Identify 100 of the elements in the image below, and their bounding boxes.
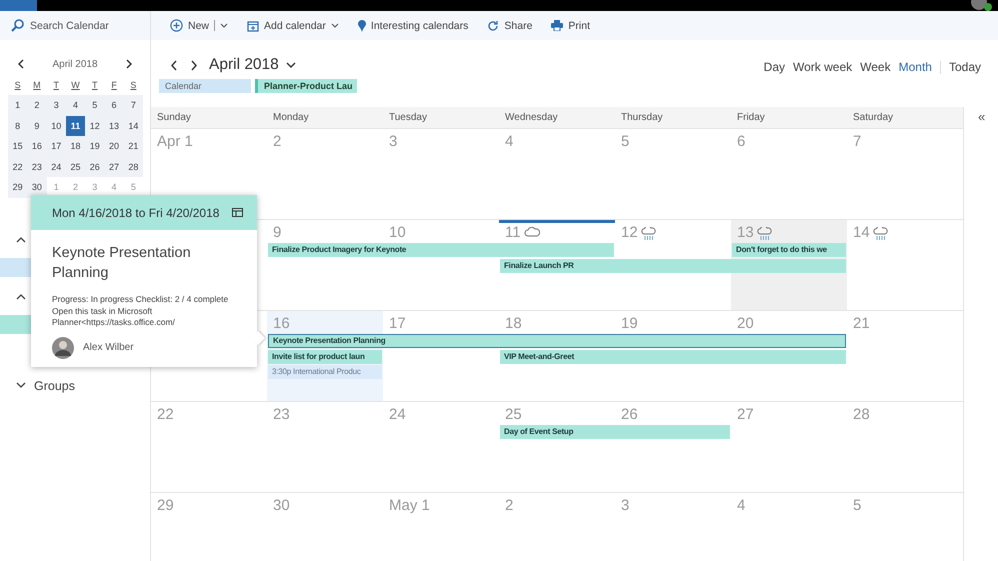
collapse-button[interactable]: « [978, 109, 986, 124]
view-tab[interactable]: Day [764, 60, 785, 74]
chevron-down-icon[interactable] [16, 382, 26, 389]
date-cell[interactable]: 25 [66, 156, 86, 177]
chevron-up-icon[interactable] [16, 293, 26, 300]
weekday-header: Thursday [620, 112, 664, 123]
date-cell[interactable]: 22 [8, 156, 28, 177]
date-cell[interactable]: 21 [124, 136, 143, 156]
date-label: 2 [273, 133, 282, 150]
date-cell[interactable]: 28 [124, 156, 143, 177]
date-cell[interactable]: 18 [66, 136, 86, 156]
date-label: 3 [389, 133, 398, 150]
date-cell[interactable]: 6 [104, 95, 124, 116]
date-cell[interactable]: 5 [85, 95, 104, 116]
caret-icon [330, 23, 339, 28]
event-title: Keynote Presentation Planning [52, 244, 192, 283]
date-label: May 1 [389, 497, 430, 514]
weekday-letter: S [129, 80, 138, 90]
chevron-up-icon[interactable] [16, 236, 26, 243]
calendar-chip[interactable]: Planner-Product Lau [255, 79, 357, 93]
view-tab[interactable]: Work week [793, 60, 852, 74]
weekday-header: Monday [272, 112, 310, 123]
date-label: 29 [157, 497, 174, 514]
date-label: 7 [853, 133, 862, 150]
date-label: 20 [737, 315, 754, 332]
date-cell[interactable]: 26 [85, 156, 104, 177]
date-cell[interactable]: 8 [8, 116, 28, 136]
date-cell[interactable]: 30 [27, 177, 47, 198]
month-picker[interactable]: April 2018 [209, 56, 296, 74]
weekday-letter: F [110, 80, 118, 90]
calendar-chip[interactable]: Calendar [159, 79, 251, 93]
date-cell[interactable]: 12 [85, 116, 104, 136]
date-cell[interactable]: 19 [85, 136, 104, 156]
weekday-header: Sunday [156, 112, 192, 123]
date-cell[interactable]: 11 [66, 116, 86, 136]
date-cell[interactable]: 9 [27, 116, 47, 136]
toolbar-button[interactable]: Print [551, 14, 590, 36]
section-label[interactable]: Groups [34, 378, 75, 392]
date-cell[interactable]: 14 [124, 116, 143, 136]
date-cell[interactable]: 1 [8, 95, 28, 116]
chevron-right-icon [190, 60, 198, 70]
date-cell[interactable]: 13 [104, 116, 124, 136]
date-cell[interactable]: 15 [8, 136, 28, 156]
date-label: 24 [389, 406, 406, 423]
event-bar[interactable]: Don't forget to do this we [732, 243, 846, 257]
search-box[interactable]: Search Calendar [0, 11, 150, 40]
event-bar[interactable]: Keynote Presentation Planning [268, 334, 846, 348]
toolbar-button[interactable]: Interesting calendars [358, 14, 468, 36]
today-button[interactable]: Today [948, 60, 981, 74]
date-cell[interactable]: 29 [8, 177, 28, 198]
date-range: Mon 4/16/2018 to Fri 4/20/2018 [52, 206, 220, 220]
panel-icon[interactable] [232, 208, 243, 217]
date-cell[interactable]: 27 [104, 156, 124, 177]
date-label: 9 [273, 224, 282, 241]
date-label: 22 [157, 406, 174, 423]
owner-name: Alex Wilber [83, 342, 134, 353]
date-cell[interactable]: 17 [46, 136, 66, 156]
event-bar[interactable]: Finalize Launch PR [500, 259, 846, 273]
toolbar-button[interactable]: Add calendar [247, 14, 339, 36]
month-title: April 2018 [52, 58, 98, 70]
event-bar[interactable]: 3:30p International Produc [268, 365, 382, 379]
event-bar[interactable]: Day of Event Setup [500, 425, 730, 439]
toolbar-button[interactable]: Share [487, 14, 532, 36]
event-bar[interactable]: VIP Meet-and-Greet [500, 350, 846, 364]
date-label: 3 [621, 497, 630, 514]
date-cell[interactable]: 23 [27, 156, 47, 177]
toolbar-button[interactable]: New [170, 14, 228, 36]
date-cell[interactable]: 3 [46, 95, 66, 116]
date-cell[interactable]: 16 [27, 136, 47, 156]
date-label: 14 [853, 224, 870, 241]
date-cell[interactable]: 24 [46, 156, 66, 177]
date-label: 28 [853, 406, 870, 423]
view-tab[interactable]: Week [860, 60, 891, 74]
event-bar[interactable]: Finalize Product Imagery for Keynote [268, 243, 614, 257]
search-field[interactable]: Search Calendar [30, 20, 140, 32]
avatar-icon[interactable] [970, 0, 992, 11]
date-label: 13 [737, 224, 754, 241]
date-label: 26 [621, 406, 638, 423]
plus-icon [170, 19, 183, 32]
date-label: 18 [505, 315, 522, 332]
chevron-right-icon [126, 59, 133, 69]
date-cell[interactable]: 10 [46, 116, 66, 136]
date-cell[interactable]: 20 [104, 136, 124, 156]
weekday-header: Wednesday [504, 112, 559, 123]
weekday-letter: T [91, 80, 99, 90]
weekday-letter: S [14, 80, 22, 90]
rain-cloud-icon [640, 227, 656, 241]
weekday-letter: W [70, 80, 81, 90]
date-cell[interactable]: 7 [124, 95, 143, 116]
view-tab[interactable]: Month [898, 60, 932, 74]
weekday-letter: T [52, 80, 60, 90]
event-bar[interactable]: Invite list for product laun [268, 350, 382, 364]
date-cell[interactable]: 2 [27, 95, 47, 116]
date-label: 17 [389, 315, 406, 332]
date-label: 12 [621, 224, 638, 241]
date-label: 2 [505, 497, 514, 514]
date-cell[interactable]: 4 [66, 95, 86, 116]
date-label: 4 [505, 133, 514, 150]
weekday-header: Saturday [852, 112, 894, 123]
date-label: 21 [853, 315, 870, 332]
